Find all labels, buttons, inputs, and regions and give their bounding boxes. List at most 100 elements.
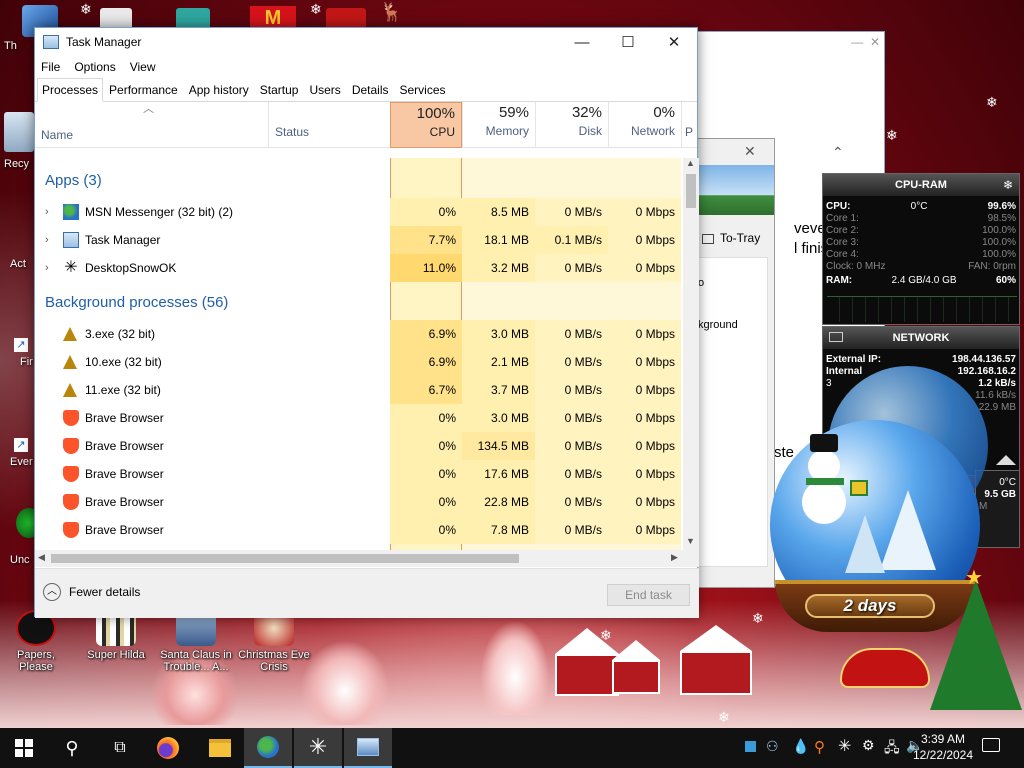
tab-details[interactable]: Details — [347, 78, 394, 101]
minimize-icon[interactable]: — — [851, 35, 863, 49]
table-row[interactable]: 3.exe (32 bit) 6.9% 3.0 MB 0 MB/s 0 Mbps — [35, 320, 681, 348]
taskbar-task-manager[interactable] — [344, 728, 392, 768]
column-header-memory[interactable]: 59% Memory — [462, 102, 535, 148]
memory-value: 3.0 MB — [462, 320, 535, 348]
scroll-thumb[interactable] — [686, 174, 696, 208]
gadget-settings-icon[interactable]: ❄ — [1003, 178, 1013, 192]
tab-app-history[interactable]: App history — [184, 78, 254, 101]
taskbar-firefox[interactable] — [144, 728, 192, 768]
table-row[interactable]: Brave Browser 0% 3.0 MB 0 MB/s 0 Mbps — [35, 404, 681, 432]
desktop-icon-label: Papers, Please — [17, 649, 55, 673]
menu-file[interactable]: File — [41, 60, 60, 74]
fewer-details-button[interactable]: ︿ Fewer details — [43, 583, 140, 601]
tab-processes[interactable]: Processes — [37, 78, 104, 102]
minimize-button[interactable]: — — [559, 28, 605, 56]
reindeer-icon[interactable]: 🦌 — [380, 2, 414, 28]
end-task-button[interactable]: End task — [607, 584, 690, 606]
tray-icon-settings[interactable]: ⚙ — [862, 737, 875, 754]
scroll-right-arrow-icon[interactable]: ▶ — [671, 552, 678, 563]
column-header-name[interactable]: Name — [41, 128, 73, 142]
core-line: Core 4: 100.0% — [823, 249, 1019, 261]
horizontal-scrollbar[interactable]: ◀ ▶ — [35, 550, 699, 567]
taskbar-msn-messenger[interactable] — [244, 728, 292, 768]
start-button[interactable] — [0, 728, 48, 768]
snowman-hat — [810, 434, 838, 452]
process-list[interactable]: Apps (3) › MSN Messenger (32 bit) (2) 0%… — [35, 158, 681, 550]
fan-value: FAN: 0rpm — [968, 261, 1016, 272]
upload-value: 1.2 kB/s — [978, 378, 1016, 389]
table-row[interactable]: Brave Browser 0% 17.6 MB 0 MB/s 0 Mbps — [35, 460, 681, 488]
network-icon[interactable]: 🖧 — [884, 737, 900, 761]
tab-services[interactable]: Services — [395, 78, 451, 101]
table-row[interactable]: › ✳ DesktopSnowOK 11.0% 3.2 MB 0 MB/s 0 … — [35, 254, 681, 282]
to-tray-button[interactable]: To-Tray — [698, 227, 774, 249]
tray-icon-blue[interactable] — [745, 741, 756, 752]
maximize-button[interactable]: ☐ — [605, 28, 651, 56]
village-house — [612, 640, 660, 694]
column-header-status[interactable]: Status — [268, 102, 390, 148]
close-button[interactable]: ✕ — [651, 28, 697, 56]
column-header-cpu[interactable]: 100% CPU — [390, 102, 462, 148]
chevron-right-icon[interactable]: › — [45, 254, 49, 282]
network-value: 0 Mbps — [608, 198, 681, 226]
scroll-left-arrow-icon[interactable]: ◀ — [38, 552, 45, 563]
tab-performance[interactable]: Performance — [104, 78, 183, 101]
cpu-temp: 0°C — [910, 201, 928, 212]
menu-view[interactable]: View — [130, 60, 156, 74]
recycle-bin-icon[interactable] — [4, 112, 34, 152]
cpu-ram-gadget[interactable]: CPU-RAM ❄ CPU: 0°C 99.6% Core 1: 98.5% Co… — [822, 173, 1020, 325]
table-row[interactable]: 10.exe (32 bit) 6.9% 2.1 MB 0 MB/s 0 Mbp… — [35, 348, 681, 376]
column-header-disk[interactable]: 32% Disk — [535, 102, 608, 148]
table-row[interactable]: Brave Browser 0% 7.8 MB 0 MB/s 0 Mbps — [35, 516, 681, 544]
scroll-down-arrow-icon[interactable]: ▼ — [686, 536, 695, 546]
desktop-icon-christmas-eve-crisis[interactable]: Christmas Eve Crisis — [234, 610, 314, 673]
column-header-power[interactable]: P — [681, 102, 699, 148]
tray-icon-drop[interactable]: 💧 — [792, 738, 809, 755]
drive-gadget[interactable]: 0°C 9.5 GB M — [975, 455, 1020, 548]
tray-icon-flame[interactable]: ⚲ — [814, 738, 825, 756]
taskbar-desktopsnowok[interactable]: ✳ — [294, 728, 342, 768]
clock[interactable]: 3:39 AM 12/22/2024 — [912, 731, 974, 763]
scroll-up-arrow-icon[interactable]: ▲ — [686, 158, 695, 168]
menu-options[interactable]: Options — [74, 60, 115, 74]
desktop-icon-santa-claus[interactable]: Santa Claus in Trouble... A... — [160, 610, 232, 673]
table-row[interactable]: Brave Browser 0% 134.5 MB 0 MB/s 0 Mbps — [35, 432, 681, 460]
close-icon[interactable]: ✕ — [870, 35, 880, 49]
disk-value: 0 MB/s — [535, 516, 608, 544]
taskbar-file-explorer[interactable] — [196, 728, 244, 768]
taskbar: ⚲ ⧉ ✳ ⚇ 💧 ⚲ ✳ ⚙ 🖧 🔈 3:39 AM 12/22/2024 — [0, 728, 1024, 768]
column-header-network[interactable]: 0% Network — [608, 102, 681, 148]
tray-icon-snowflake[interactable]: ✳ — [838, 736, 851, 756]
desktop-icon-papers-please[interactable]: Papers, Please — [6, 610, 66, 673]
gadget-title: CPU-RAM — [823, 174, 1019, 196]
vertical-scrollbar[interactable]: ▲ ▼ — [683, 158, 699, 550]
cpu-value: 6.9% — [390, 320, 462, 348]
memory-value: 17.6 MB — [462, 460, 535, 488]
memory-value: 3.7 MB — [462, 376, 535, 404]
core-value: 98.5% — [987, 213, 1016, 224]
table-row[interactable]: › Task Manager 7.7% 18.1 MB 0.1 MB/s 0 M… — [35, 226, 681, 254]
table-row[interactable]: 11.exe (32 bit) 6.7% 3.7 MB 0 MB/s 0 Mbp… — [35, 376, 681, 404]
chevron-right-icon[interactable]: › — [45, 226, 49, 254]
snowflake-icon: ❄ — [718, 709, 730, 725]
task-view-button[interactable]: ⧉ — [96, 728, 144, 768]
dialog-window[interactable]: ✕ To-Tray o kground — [697, 138, 775, 588]
search-button[interactable]: ⚲ — [48, 728, 96, 768]
network-value: 0 Mbps — [608, 376, 681, 404]
scroll-thumb[interactable] — [51, 554, 519, 563]
table-row[interactable]: Brave Browser 0% 22.8 MB 0 MB/s 0 Mbps — [35, 488, 681, 516]
tab-users[interactable]: Users — [304, 78, 345, 101]
tab-startup[interactable]: Startup — [255, 78, 304, 101]
title-bar[interactable]: Task Manager — ☐ ✕ — [35, 28, 697, 56]
close-icon[interactable]: ✕ — [744, 143, 756, 160]
desktop-icon-partial[interactable]: Th — [4, 40, 34, 52]
scroll-up-arrow-icon[interactable]: ⌃ — [832, 144, 844, 161]
table-row[interactable]: › MSN Messenger (32 bit) (2) 0% 8.5 MB 0… — [35, 198, 681, 226]
process-name: Task Manager — [85, 233, 161, 247]
desktop-icon-partial[interactable]: Recy — [4, 158, 34, 170]
tray-icon-people[interactable]: ⚇ — [766, 738, 779, 755]
chevron-right-icon[interactable]: › — [45, 198, 49, 226]
notification-icon[interactable] — [982, 738, 1000, 752]
memory-value: 7.8 MB — [462, 516, 535, 544]
task-manager-window[interactable]: Task Manager — ☐ ✕ File Options View Pro… — [34, 27, 699, 618]
